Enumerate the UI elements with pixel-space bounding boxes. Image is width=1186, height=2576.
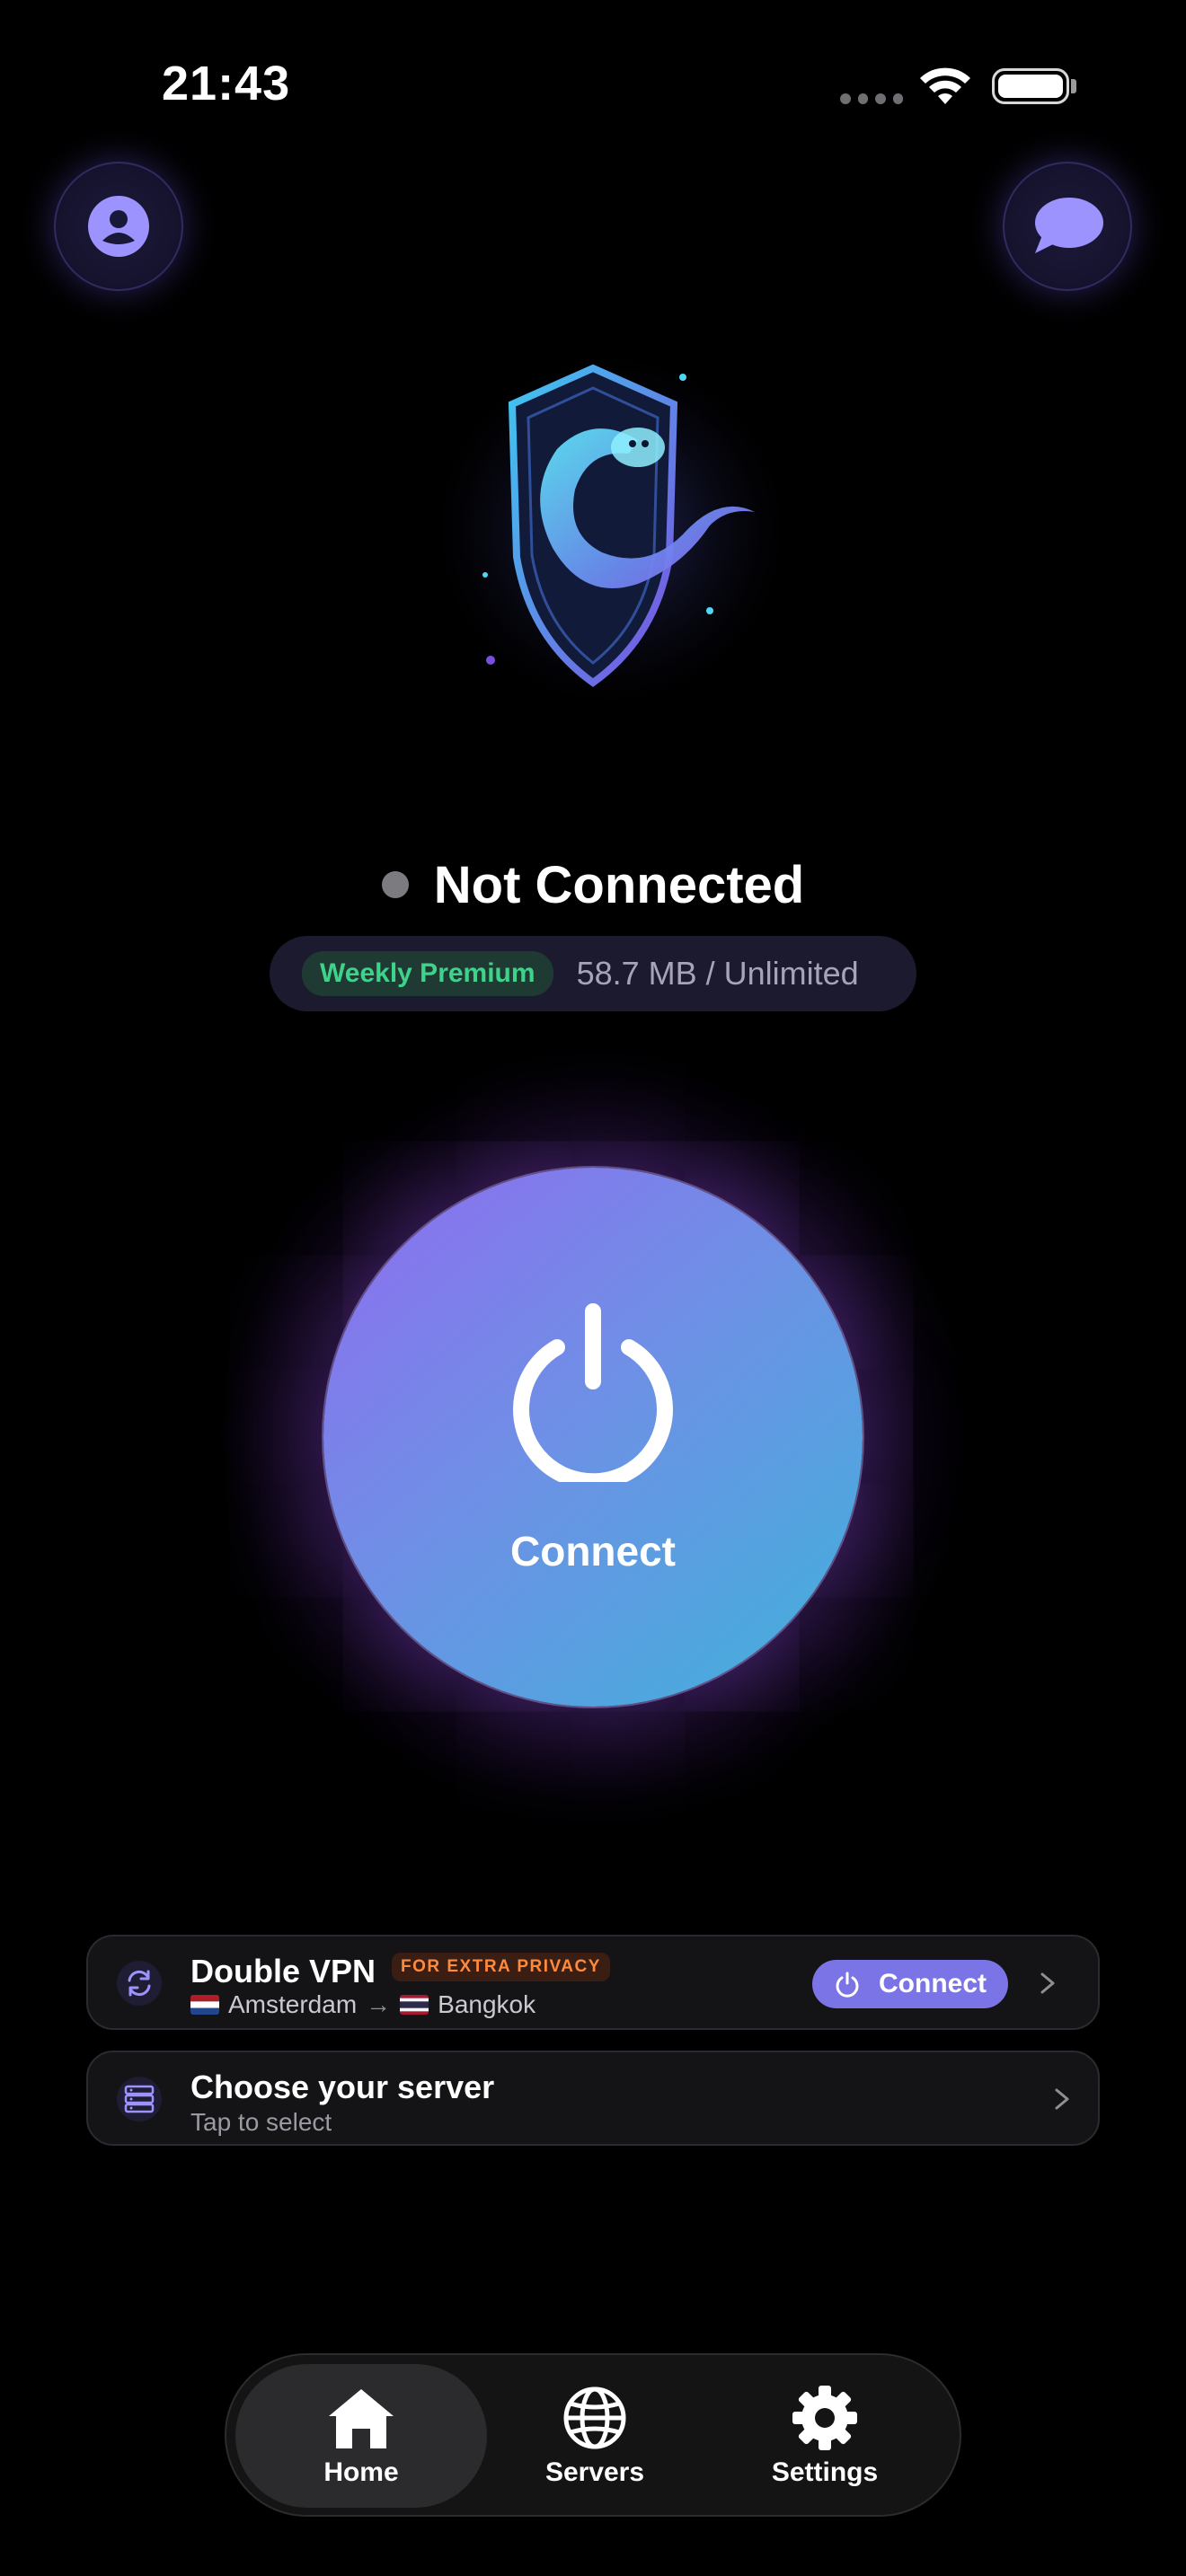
double-vpn-card[interactable]: Double VPN FOR EXTRA PRIVACY Amsterdam →… [86, 1935, 1100, 2030]
chat-bubble-icon [1035, 198, 1103, 253]
thailand-flag-icon [400, 1995, 429, 2015]
double-vpn-icon-wrap [117, 1961, 162, 2006]
double-vpn-connect-button[interactable]: Connect [812, 1960, 1008, 2008]
netherlands-flag-icon [190, 1995, 219, 2015]
tab-home-label: Home [323, 2457, 399, 2487]
choose-server-card[interactable]: Choose your server Tap to select [86, 2051, 1100, 2146]
tab-servers-label: Servers [544, 2457, 645, 2487]
home-icon [329, 2389, 394, 2448]
chevron-right-icon [1040, 1972, 1055, 1994]
tab-settings-label: Settings [771, 2457, 879, 2487]
user-icon [88, 196, 149, 257]
double-vpn-title: Double VPN [190, 1953, 376, 1989]
globe-icon [563, 2386, 626, 2449]
connection-status: Not Connected [0, 853, 1186, 916]
app-logo [431, 350, 791, 710]
route-from: Amsterdam [228, 1990, 358, 2018]
status-time: 21:43 [162, 57, 291, 110]
tab-servers[interactable]: Servers [469, 2364, 721, 2508]
chevron-right-icon [1055, 2088, 1069, 2110]
main-connect-button[interactable]: Connect [323, 1168, 863, 1707]
tab-home[interactable]: Home [235, 2364, 487, 2508]
support-chat-button[interactable] [1003, 162, 1132, 291]
data-usage: 58.7 MB / Unlimited [576, 955, 859, 992]
wifi-icon [920, 67, 970, 104]
route-arrow-icon: → [366, 1990, 392, 2018]
gear-icon [792, 2386, 857, 2450]
cellular-signal-icon [840, 93, 903, 104]
extra-privacy-badge: FOR EXTRA PRIVACY [392, 1953, 610, 1981]
power-icon [513, 1303, 673, 1482]
plan-usage-pill: Weekly Premium 58.7 MB / Unlimited [270, 936, 916, 1011]
connect-button-label: Connect [510, 1528, 676, 1575]
server-icon-wrap [117, 2077, 162, 2122]
double-vpn-connect-label: Connect [879, 1969, 987, 1998]
status-indicator-dot [381, 871, 409, 898]
profile-button[interactable] [54, 162, 183, 291]
choose-server-subtitle: Tap to select [190, 2108, 332, 2136]
refresh-icon [128, 1970, 151, 1997]
battery-icon [992, 68, 1069, 104]
route-to: Bangkok [438, 1990, 536, 2018]
choose-server-title: Choose your server [190, 2069, 495, 2105]
tab-bar: Home Servers Settings [225, 2353, 961, 2517]
power-icon [836, 1972, 859, 1998]
plan-badge: Weekly Premium [302, 951, 553, 996]
battery-cap [1071, 79, 1076, 93]
tab-settings[interactable]: Settings [699, 2364, 951, 2508]
connection-status-text: Not Connected [433, 855, 805, 914]
server-icon [124, 2085, 155, 2113]
double-vpn-route: Amsterdam → Bangkok [190, 1990, 535, 2019]
